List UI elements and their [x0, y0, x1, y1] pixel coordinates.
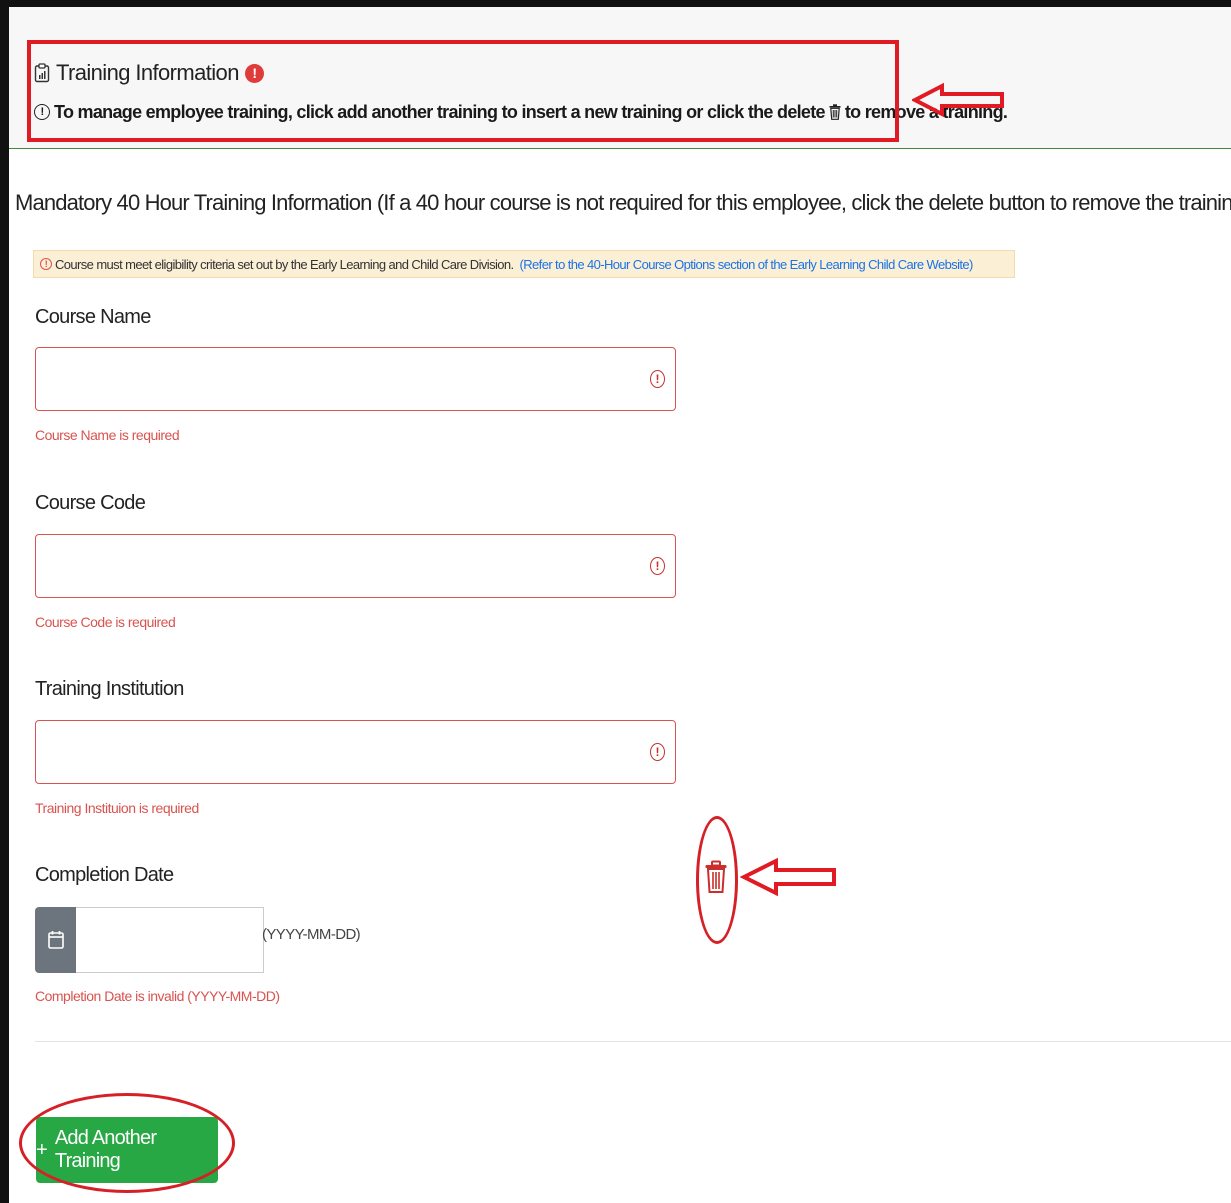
- date-format-hint: (YYYY-MM-DD): [262, 926, 361, 943]
- course-name-error: Course Name is required: [35, 427, 180, 443]
- add-annotation-circle: [19, 1093, 235, 1193]
- page-frame: [0, 0, 1231, 1203]
- delete-annotation-circle: [696, 816, 738, 944]
- notice-link[interactable]: (Refer to the 40-Hour Course Options sec…: [520, 257, 974, 272]
- section-divider: [35, 1041, 1231, 1042]
- training-institution-error: Training Instituion is required: [35, 800, 199, 816]
- eligibility-notice: ! Course must meet eligibility criteria …: [33, 250, 1015, 278]
- completion-date-input[interactable]: [76, 907, 264, 973]
- calendar-button[interactable]: [35, 907, 76, 973]
- course-code-label: Course Code: [35, 492, 146, 514]
- course-name-input[interactable]: !: [35, 347, 676, 411]
- course-name-label: Course Name: [35, 306, 151, 328]
- course-code-input[interactable]: !: [35, 534, 676, 598]
- invalid-icon: !: [650, 557, 665, 575]
- completion-date-label: Completion Date: [35, 864, 174, 886]
- section-heading: Mandatory 40 Hour Training Information (…: [15, 190, 1231, 215]
- completion-date-error: Completion Date is invalid (YYYY-MM-DD): [35, 988, 280, 1004]
- training-institution-input[interactable]: !: [35, 720, 676, 784]
- calendar-icon: [47, 931, 64, 949]
- annotation-arrow-icon: [912, 82, 1004, 118]
- warning-icon: !: [40, 258, 52, 270]
- notice-text: Course must meet eligibility criteria se…: [55, 256, 514, 272]
- delete-annotation-arrow-icon: [740, 857, 836, 897]
- invalid-icon: !: [650, 743, 665, 761]
- completion-date-group: [35, 907, 264, 973]
- invalid-icon: !: [650, 370, 665, 388]
- training-institution-label: Training Institution: [35, 678, 184, 700]
- course-code-error: Course Code is required: [35, 614, 176, 630]
- annotation-box: [27, 40, 899, 142]
